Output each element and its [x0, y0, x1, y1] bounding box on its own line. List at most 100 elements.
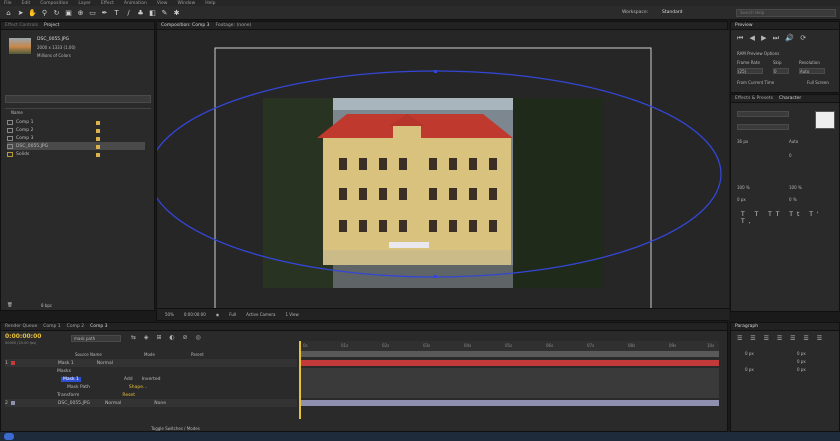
timeline-switch-icons[interactable]: ⇆ ◈ ⊞ ◐ ⊘ ◎ [131, 334, 204, 341]
mask-row[interactable]: Mask 1 Add Inverted [61, 375, 160, 383]
views-select[interactable]: 1 View [285, 312, 298, 317]
zoom-select[interactable]: 50% [165, 312, 174, 317]
font-size-value[interactable]: 36 px [737, 139, 748, 144]
layer-1-bar[interactable] [299, 360, 719, 366]
reset-link[interactable]: Reset [122, 393, 135, 398]
menu-window[interactable]: Window [178, 1, 196, 6]
menu-file[interactable]: File [4, 1, 12, 6]
composition-tab[interactable]: Composition: Comp 3 [161, 23, 209, 28]
home-icon[interactable]: ⌂ [4, 9, 13, 17]
resolution-select[interactable]: Auto [799, 68, 825, 74]
snapshot-icon[interactable]: ◉ [216, 312, 220, 317]
comp2-tab[interactable]: Comp 2 [67, 324, 84, 329]
horizontal-scale-value[interactable]: 100 % [789, 185, 802, 190]
menu-animation[interactable]: Animation [124, 1, 147, 6]
brush-tool-icon[interactable]: ∕ [124, 9, 133, 17]
comp3-tab[interactable]: Comp 3 [90, 324, 107, 329]
from-current-checkbox[interactable]: From Current Time [737, 80, 774, 85]
paragraph-tab[interactable]: Paragraph [735, 324, 758, 329]
zoom-tool-icon[interactable]: ⚲ [40, 9, 49, 17]
space-before-value[interactable]: 0 px [745, 367, 754, 372]
current-time[interactable]: 0:00:00:00 [184, 312, 206, 317]
space-after-value[interactable]: 0 px [797, 367, 806, 372]
list-item[interactable]: Comp 2 [7, 126, 33, 134]
project-tab[interactable]: Project [44, 23, 59, 28]
shape-link[interactable]: Shape... [129, 385, 147, 390]
workspace-select[interactable]: Standard [662, 10, 682, 15]
masks-group[interactable]: Masks [57, 367, 71, 375]
menu-composition[interactable]: Composition [40, 1, 68, 6]
time-ruler[interactable]: 0s 01s 02s 03s 04s 05s 06s 07s 08s 09s 1… [299, 341, 719, 351]
current-time-indicator[interactable] [299, 341, 301, 419]
leading-value[interactable]: Auto [789, 139, 798, 144]
resolution-select[interactable]: Full [229, 312, 236, 317]
preview-tab[interactable]: Preview [735, 23, 753, 28]
character-tab[interactable]: Character [779, 96, 801, 101]
list-item[interactable]: Comp 1 [7, 118, 33, 126]
ram-preview-options[interactable]: RAM Preview Options [737, 51, 779, 56]
layer-2-bar[interactable] [299, 400, 719, 406]
frame-rate-select[interactable]: (25) [737, 68, 763, 74]
rectangle-tool-icon[interactable]: ▭ [88, 9, 97, 17]
menu-edit[interactable]: Edit [22, 1, 31, 6]
indent-first-value[interactable]: 0 px [797, 359, 806, 364]
skip-input[interactable]: 0 [773, 68, 789, 74]
composition-viewer[interactable] [157, 30, 729, 312]
rotate-tool-icon[interactable]: ↻ [52, 9, 61, 17]
tsume-value[interactable]: 0 % [789, 197, 797, 202]
table-row[interactable]: 1 Mask 1 Normal [5, 359, 297, 367]
layer-mode[interactable]: Normal [105, 401, 121, 406]
trash-icon[interactable]: 🗑 [7, 303, 13, 308]
baseline-shift-value[interactable]: 0 px [737, 197, 746, 202]
puppet-tool-icon[interactable]: ✱ [172, 9, 181, 17]
playback-controls[interactable]: ⏮ ◀ ▶ ⏭ 🔊 ⟳ [737, 34, 808, 43]
hand-tool-icon[interactable]: ✋ [28, 9, 37, 17]
alignment-buttons[interactable]: ☰ ☰ ☰ ☰ ☰ ☰ ☰ [737, 335, 825, 342]
render-queue-tab[interactable]: Render Queue [5, 324, 37, 329]
vertical-scale-value[interactable]: 100 % [737, 185, 750, 190]
bpc-indicator[interactable]: 8 bpc [41, 303, 52, 308]
timeline-timecode[interactable]: 0:00:00:00 [5, 333, 41, 340]
layer-parent[interactable]: None [154, 401, 166, 406]
camera-tool-icon[interactable]: ▣ [64, 9, 73, 17]
text-tool-icon[interactable]: T [112, 9, 121, 17]
menu-help[interactable]: Help [205, 1, 215, 6]
indent-right-value[interactable]: 0 px [797, 351, 806, 356]
search-help-input[interactable]: Search Help [736, 9, 836, 17]
inverted-checkbox[interactable]: Inverted [142, 377, 161, 382]
selection-tool-icon[interactable]: ➤ [16, 9, 25, 17]
eraser-tool-icon[interactable]: ◧ [148, 9, 157, 17]
footage-tab[interactable]: Footage: (none) [215, 23, 251, 28]
tracking-value[interactable]: 0 [789, 153, 792, 158]
roto-brush-icon[interactable]: ✎ [160, 9, 169, 17]
font-style-select[interactable] [737, 124, 789, 130]
project-search-input[interactable] [5, 95, 151, 103]
table-row[interactable]: 2 DSC_0055.JPG Normal None [5, 399, 297, 407]
menu-layer[interactable]: Layer [78, 1, 91, 6]
list-item[interactable]: Solids [7, 150, 29, 158]
effects-presets-tab[interactable]: Effects & Presets [735, 96, 773, 101]
transform-row[interactable]: Transform Reset [57, 391, 135, 399]
full-screen-checkbox[interactable]: Full Screen [807, 80, 829, 85]
timeline-search-input[interactable]: mask path [71, 335, 121, 342]
mask-mode[interactable]: Add [124, 377, 133, 382]
work-area-bar[interactable] [299, 351, 719, 357]
indent-left-value[interactable]: 0 px [745, 351, 754, 356]
resolution-label: Resolution [799, 60, 820, 65]
comp1-tab[interactable]: Comp 1 [43, 324, 60, 329]
text-format-buttons[interactable]: T T TT Tt T' T, [741, 211, 839, 225]
font-family-select[interactable] [737, 111, 789, 117]
pen-tool-icon[interactable]: ✒ [100, 9, 109, 17]
view-select[interactable]: Active Camera [246, 312, 275, 317]
menu-view[interactable]: View [157, 1, 168, 6]
toggle-switches-label[interactable]: Toggle Switches / Modes [151, 426, 200, 431]
color-swatch[interactable] [815, 111, 835, 129]
clone-tool-icon[interactable]: ♣ [136, 9, 145, 17]
list-item[interactable]: Comp 3 [7, 134, 33, 142]
mask-path-row[interactable]: Mask Path Shape... [67, 383, 147, 391]
layer-mode[interactable]: Normal [97, 361, 113, 366]
list-item-selected[interactable]: DSC_0055.JPG [7, 142, 145, 150]
menu-effect[interactable]: Effect [101, 1, 114, 6]
start-button-icon[interactable] [4, 433, 14, 440]
pan-behind-tool-icon[interactable]: ⊕ [76, 9, 85, 17]
